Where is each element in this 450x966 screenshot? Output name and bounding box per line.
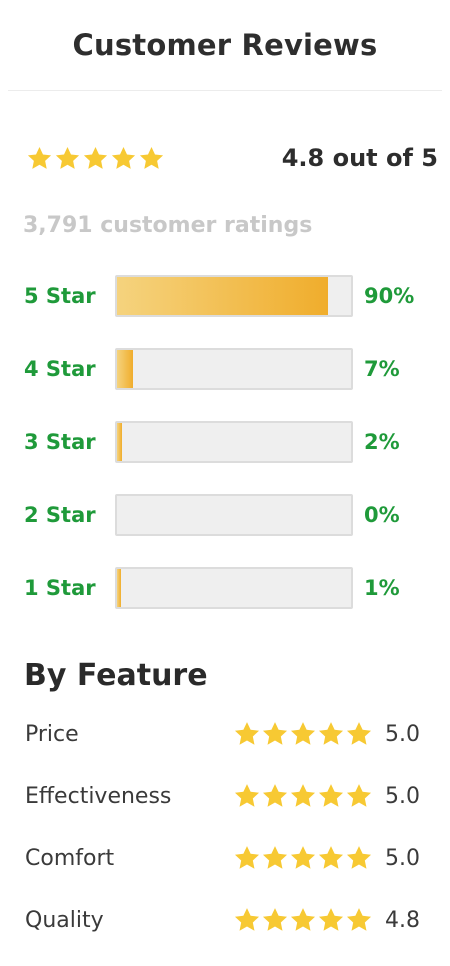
rating-bar-label[interactable]: 4 Star	[24, 357, 115, 381]
star-icon	[289, 720, 317, 748]
star-icon	[233, 782, 261, 810]
rating-bar-track[interactable]	[115, 494, 353, 536]
star-icon	[289, 782, 317, 810]
feature-stars	[233, 720, 373, 748]
star-icon	[233, 906, 261, 934]
star-icon	[261, 906, 289, 934]
rating-bar-label[interactable]: 5 Star	[24, 284, 115, 308]
rating-bar-percent[interactable]: 0%	[364, 503, 400, 527]
feature-name: Comfort	[25, 845, 115, 871]
rating-bar-percent[interactable]: 90%	[364, 284, 414, 308]
rating-bar-label[interactable]: 2 Star	[24, 503, 115, 527]
summary-stars	[26, 145, 165, 172]
star-icon	[289, 906, 317, 934]
feature-stars	[233, 844, 373, 872]
feature-row: Quality 4.8	[25, 898, 435, 942]
star-icon	[54, 145, 81, 172]
feature-name: Quality	[25, 907, 104, 933]
star-icon	[261, 782, 289, 810]
rating-bar-track[interactable]	[115, 421, 353, 463]
rating-bar-track[interactable]	[115, 567, 353, 609]
star-icon	[110, 145, 137, 172]
feature-score: 5.0	[385, 845, 420, 871]
star-icon	[138, 145, 165, 172]
feature-row: Effectiveness 5.0	[25, 774, 435, 818]
rating-bar-row[interactable]: 2 Star 0%	[24, 493, 444, 537]
feature-score: 5.0	[385, 783, 420, 809]
star-icon	[233, 720, 261, 748]
rating-bar-row[interactable]: 1 Star 1%	[24, 566, 444, 610]
rating-bar-row[interactable]: 4 Star 7%	[24, 347, 444, 391]
star-icon	[317, 906, 345, 934]
rating-bar-percent[interactable]: 7%	[364, 357, 400, 381]
star-icon	[233, 844, 261, 872]
rating-bar-percent[interactable]: 1%	[364, 576, 400, 600]
feature-name: Price	[25, 721, 79, 747]
rating-bar-fill	[117, 277, 328, 315]
star-icon	[345, 906, 373, 934]
rating-bar-fill	[117, 350, 134, 388]
rating-summary: 4.8 out of 5	[26, 140, 438, 176]
feature-ratings: Price 5.0 Effectiveness 5.0 Comfort 5.0 …	[25, 712, 435, 960]
star-icon	[317, 720, 345, 748]
feature-stars	[233, 906, 373, 934]
feature-row: Price 5.0	[25, 712, 435, 756]
rating-bar-percent[interactable]: 2%	[364, 430, 400, 454]
star-icon	[82, 145, 109, 172]
star-icon	[26, 145, 53, 172]
rating-bar-row[interactable]: 5 Star 90%	[24, 274, 444, 318]
feature-row: Comfort 5.0	[25, 836, 435, 880]
feature-score: 5.0	[385, 721, 420, 747]
rating-bar-row[interactable]: 3 Star 2%	[24, 420, 444, 464]
star-icon	[345, 844, 373, 872]
reviews-header: Customer Reviews	[8, 0, 442, 91]
rating-bar-fill	[117, 423, 122, 461]
star-icon	[345, 720, 373, 748]
rating-bar-track[interactable]	[115, 275, 353, 317]
star-icon	[317, 782, 345, 810]
by-feature-title: By Feature	[24, 658, 208, 693]
star-icon	[261, 844, 289, 872]
star-icon	[345, 782, 373, 810]
rating-bar-fill	[117, 569, 121, 607]
page-title: Customer Reviews	[72, 28, 378, 62]
average-rating: 4.8 out of 5	[281, 144, 438, 172]
star-icon	[289, 844, 317, 872]
ratings-count: 3,791 customer ratings	[23, 213, 313, 238]
feature-score: 4.8	[385, 907, 420, 933]
rating-bar-label[interactable]: 1 Star	[24, 576, 115, 600]
star-icon	[261, 720, 289, 748]
rating-bar-track[interactable]	[115, 348, 353, 390]
feature-stars	[233, 782, 373, 810]
feature-name: Effectiveness	[25, 783, 172, 809]
rating-distribution: 5 Star 90% 4 Star 7% 3 Star 2% 2 Star 0%…	[24, 274, 444, 639]
rating-bar-label[interactable]: 3 Star	[24, 430, 115, 454]
star-icon	[317, 844, 345, 872]
